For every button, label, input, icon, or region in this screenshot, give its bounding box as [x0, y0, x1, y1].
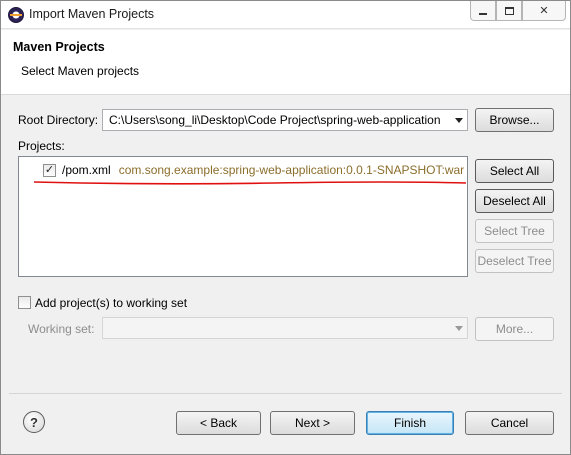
- footer-separator: [9, 393, 562, 394]
- check-icon: ✓: [44, 163, 55, 176]
- working-set-label: Working set:: [28, 322, 95, 336]
- deselect-tree-button[interactable]: Deselect Tree: [475, 249, 554, 273]
- select-tree-button[interactable]: Select Tree: [475, 219, 554, 243]
- title-bar: Import Maven Projects ✕: [1, 1, 570, 29]
- page-title: Maven Projects: [13, 40, 105, 54]
- add-to-working-set-checkbox[interactable]: [18, 296, 31, 309]
- window-controls: ✕: [470, 1, 566, 21]
- import-maven-projects-dialog: Import Maven Projects ✕ Maven Projects S…: [0, 0, 571, 455]
- project-checkbox[interactable]: ✓: [43, 163, 56, 177]
- more-button[interactable]: More...: [475, 317, 554, 341]
- finish-button[interactable]: Finish: [366, 411, 454, 435]
- close-icon: ✕: [539, 5, 549, 17]
- project-gav: com.song.example:spring-web-application:…: [118, 163, 465, 177]
- wizard-header: Maven Projects Select Maven projects: [1, 30, 570, 95]
- projects-label: Projects:: [18, 139, 65, 153]
- project-row[interactable]: ✓ /pom.xml com.song.example:spring-web-a…: [43, 162, 464, 178]
- chevron-down-icon[interactable]: [455, 326, 463, 331]
- window-title: Import Maven Projects: [29, 7, 155, 21]
- root-directory-label: Root Directory:: [18, 113, 99, 127]
- deselect-all-button[interactable]: Deselect All: [475, 189, 554, 213]
- root-directory-combo[interactable]: C:\Users\song_li\Desktop\Code Project\sp…: [102, 109, 468, 131]
- minimize-icon: [479, 12, 487, 15]
- eclipse-icon: [8, 7, 24, 23]
- maximize-icon: [504, 6, 514, 15]
- page-description: Select Maven projects: [21, 64, 140, 78]
- minimize-button[interactable]: [470, 1, 496, 21]
- back-button[interactable]: < Back: [176, 411, 261, 435]
- cancel-button[interactable]: Cancel: [465, 411, 554, 435]
- next-button[interactable]: Next >: [270, 411, 355, 435]
- close-button[interactable]: ✕: [522, 1, 566, 21]
- maximize-button[interactable]: [496, 1, 522, 21]
- red-underline: [34, 181, 466, 185]
- working-set-combo[interactable]: [102, 317, 468, 339]
- select-all-button[interactable]: Select All: [475, 159, 554, 183]
- help-icon[interactable]: ?: [23, 411, 45, 433]
- add-to-working-set-label: Add project(s) to working set: [35, 296, 188, 310]
- projects-tree[interactable]: ✓ /pom.xml com.song.example:spring-web-a…: [18, 156, 468, 277]
- browse-button[interactable]: Browse...: [475, 108, 554, 132]
- root-directory-value: C:\Users\song_li\Desktop\Code Project\sp…: [109, 113, 441, 127]
- chevron-down-icon[interactable]: [455, 118, 463, 123]
- project-path: /pom.xml: [62, 163, 111, 177]
